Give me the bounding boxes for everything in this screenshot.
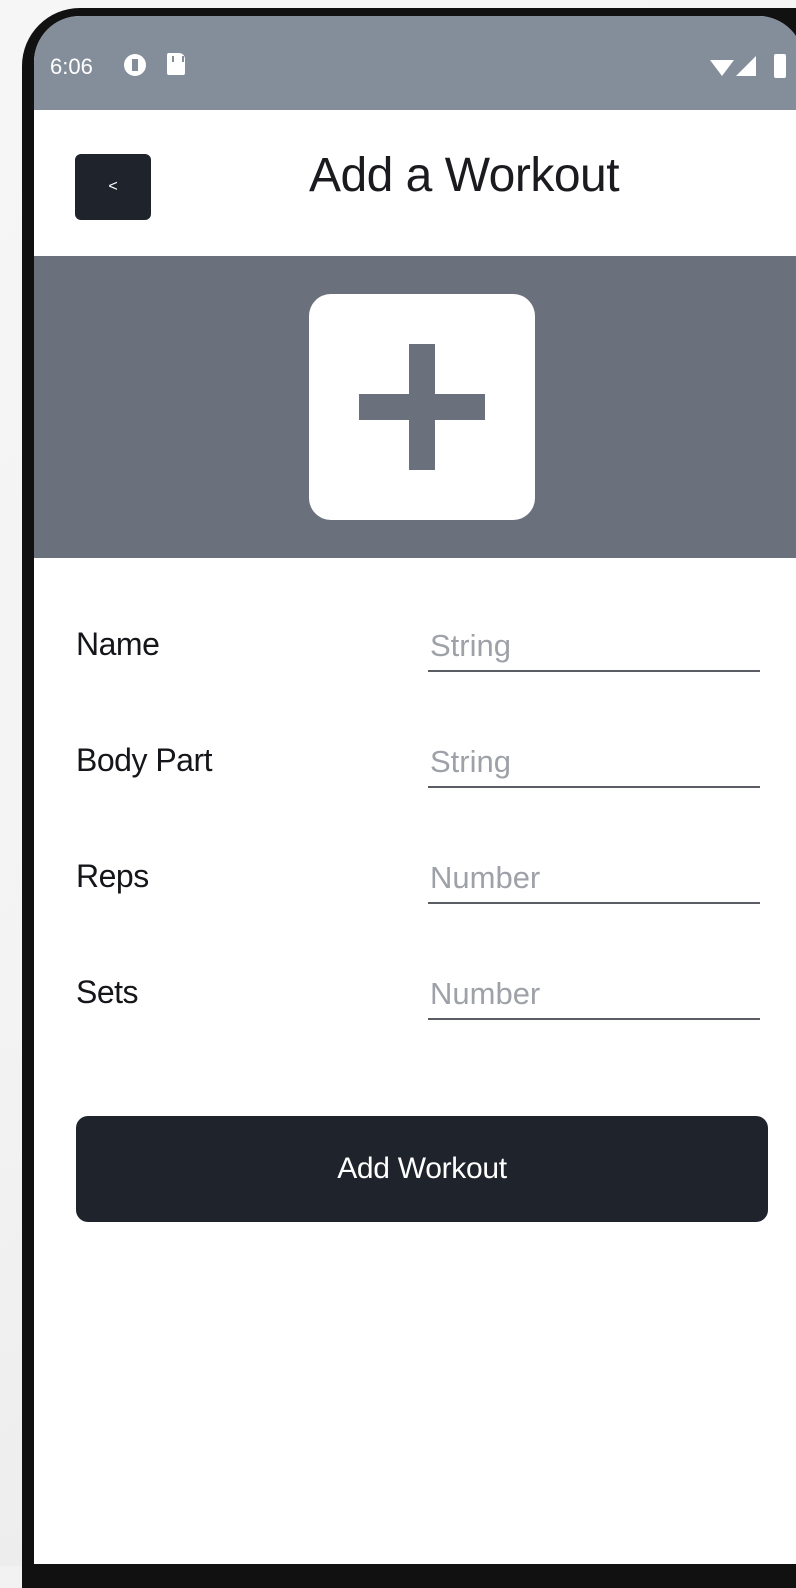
status-time: 6:06 [50, 54, 93, 79]
reps-label: Reps [76, 858, 149, 894]
battery-icon [774, 54, 786, 78]
reps-input[interactable] [428, 848, 760, 904]
back-button[interactable]: < [75, 154, 151, 220]
sd-card-icon [167, 53, 185, 75]
body-part-label: Body Part [76, 742, 213, 778]
form-row-body-part: Body Part [34, 732, 796, 812]
body-part-input[interactable] [428, 732, 760, 788]
form-row-name: Name [34, 616, 796, 696]
back-chevron-icon: < [108, 178, 118, 195]
form-row-reps: Reps [34, 848, 796, 928]
page-title: Add a Workout [308, 149, 620, 202]
sets-label: Sets [76, 974, 139, 1010]
app-screen: 6:06 < Add a Workout Name Body Part Reps… [34, 16, 796, 1564]
add-image-button[interactable] [309, 294, 535, 520]
name-label: Name [76, 626, 160, 662]
header: < Add a Workout [34, 110, 796, 256]
signal-icon [736, 56, 756, 76]
form-row-sets: Sets [34, 964, 796, 1044]
plus-icon-bar [359, 394, 485, 420]
wifi-icon [710, 60, 734, 76]
sets-input[interactable] [428, 964, 760, 1020]
notification-c-icon [124, 54, 146, 76]
image-banner [34, 256, 796, 558]
add-workout-button[interactable]: Add Workout [76, 1116, 768, 1222]
name-input[interactable] [428, 616, 760, 672]
status-bar: 6:06 [34, 16, 796, 110]
